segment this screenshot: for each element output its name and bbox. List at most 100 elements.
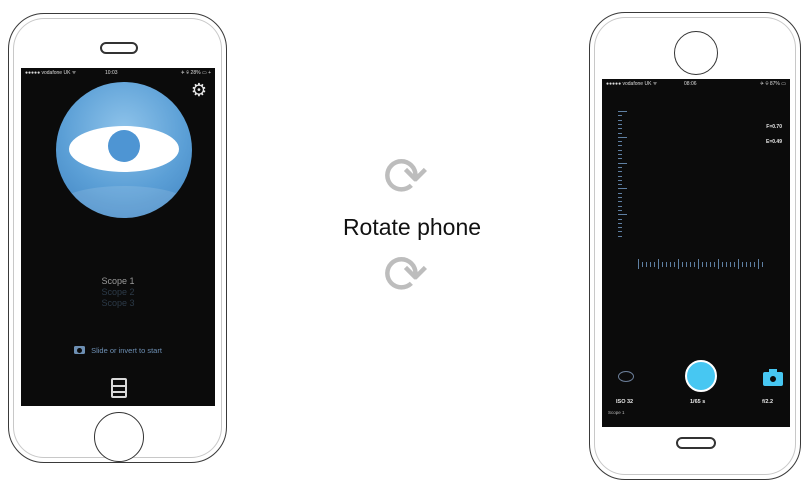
scale-tick	[618, 179, 622, 181]
earpiece-speaker	[676, 437, 716, 449]
film-icon[interactable]	[111, 378, 127, 398]
shutter-button[interactable]	[685, 360, 717, 392]
scale-tick	[714, 262, 715, 267]
scale-tick	[618, 158, 622, 160]
scale-tick	[618, 222, 622, 224]
start-hint-text: Slide or invert to start	[91, 346, 162, 355]
scale-tick	[670, 262, 671, 267]
scale-tick	[618, 128, 622, 130]
vertical-level-scale	[616, 111, 627, 239]
battery-label: ✈ ⌾ 28% ▭ +	[180, 70, 211, 76]
scale-tick	[618, 115, 622, 117]
logo-pupil	[108, 130, 140, 162]
scale-tick	[618, 184, 622, 186]
scale-tick	[710, 262, 711, 267]
gear-icon[interactable]: ⚙	[191, 81, 207, 99]
left-phone-screen: ●●●●● vodafone UK ᯤ 10:03 ✈ ⌾ 28% ▭ + ⚙ …	[21, 68, 215, 406]
scale-tick	[618, 201, 622, 203]
scale-tick	[758, 259, 759, 269]
scale-tick	[718, 259, 719, 269]
scale-tick	[690, 262, 691, 267]
scale-tick	[662, 262, 663, 267]
scale-tick	[658, 259, 659, 269]
scale-tick	[642, 262, 643, 267]
scale-tick	[618, 141, 622, 143]
scale-tick	[694, 262, 695, 267]
scale-tick	[618, 175, 622, 177]
horizontal-level-scale	[638, 259, 768, 271]
scale-tick	[618, 132, 622, 134]
scale-tick	[674, 262, 675, 267]
status-bar: ●●●●● vodafone UK ᯤ 10:03 ✈ ⌾ 28% ▭ +	[21, 68, 215, 78]
scale-tick	[678, 259, 679, 269]
scale-tick	[618, 166, 622, 168]
scope-tag: Scope 1	[608, 410, 625, 415]
start-hint: Slide or invert to start	[21, 346, 215, 355]
home-button[interactable]	[94, 412, 144, 462]
logo-lower-shade	[56, 186, 192, 218]
scale-tick	[682, 262, 683, 267]
scope-item-1[interactable]: Scope 1	[21, 276, 215, 287]
left-phone: ●●●●● vodafone UK ᯤ 10:03 ✈ ⌾ 28% ▭ + ⚙ …	[8, 13, 227, 463]
scale-tick	[618, 136, 627, 138]
scale-tick	[618, 188, 627, 190]
status-bar: ●●●●● vodafone UK ᯤ 08:06 ✈ ⌾ 87% ▭	[602, 79, 790, 89]
home-button[interactable]	[674, 31, 718, 75]
scale-tick	[618, 171, 622, 173]
battery-label: ✈ ⌾ 87% ▭	[759, 81, 786, 87]
scale-tick	[618, 145, 622, 147]
rotate-bottom-icon: ⟳	[383, 243, 429, 306]
scale-tick	[734, 262, 735, 267]
scale-tick	[618, 123, 622, 125]
right-phone-screen: ●●●●● vodafone UK ᯤ 08:06 ✈ ⌾ 87% ▭ F=0.…	[602, 79, 790, 427]
scale-tick	[654, 262, 655, 267]
scale-tick	[638, 259, 639, 269]
scale-tick	[706, 262, 707, 267]
f-readout: F=0.70	[766, 124, 782, 130]
scale-tick	[618, 205, 622, 207]
scale-tick	[750, 262, 751, 267]
camera-icon[interactable]	[763, 369, 783, 386]
scale-tick	[618, 154, 622, 155]
app-logo-eye	[56, 82, 192, 218]
scale-tick	[722, 262, 723, 267]
scope-item-2[interactable]: Scope 2	[21, 287, 215, 298]
iso-label: ISO 32	[616, 399, 634, 405]
scale-tick	[618, 197, 622, 198]
scale-tick	[754, 262, 755, 267]
scale-tick	[746, 262, 747, 267]
clock-label: 08:06	[684, 81, 697, 87]
scale-tick	[618, 149, 622, 151]
earpiece-speaker	[100, 42, 138, 54]
scale-tick	[702, 262, 703, 267]
scale-tick	[618, 119, 622, 121]
aperture-label: f/2.2	[762, 399, 774, 405]
camera-icon	[74, 346, 86, 354]
scope-list: Scope 1 Scope 2 Scope 3	[21, 276, 215, 309]
rotate-phone-label: Rotate phone	[342, 214, 482, 240]
scale-tick	[618, 231, 622, 233]
scale-tick	[618, 214, 627, 216]
scope-item-3[interactable]: Scope 3	[21, 298, 215, 309]
scale-tick	[730, 262, 731, 267]
scale-tick	[666, 262, 667, 267]
scale-tick	[618, 192, 622, 194]
clock-label: 10:03	[105, 70, 118, 76]
shutter-speed-label: 1/65 s	[690, 399, 706, 405]
right-phone: ●●●●● vodafone UK ᯤ 08:06 ✈ ⌾ 87% ▭ F=0.…	[589, 12, 801, 480]
scale-tick	[618, 218, 622, 220]
scale-tick	[618, 209, 622, 211]
scale-tick	[698, 259, 699, 269]
scale-tick	[618, 235, 622, 237]
scale-tick	[618, 111, 627, 112]
iso-icon[interactable]	[618, 371, 634, 382]
scale-tick	[762, 262, 763, 267]
scale-tick	[618, 227, 622, 229]
scale-tick	[738, 259, 739, 269]
scale-tick	[686, 262, 687, 267]
scale-tick	[618, 162, 627, 164]
e-readout: E=0.49	[766, 139, 782, 145]
carrier-label: ●●●●● vodafone UK ᯤ	[606, 81, 658, 87]
scale-tick	[650, 262, 651, 267]
carrier-label: ●●●●● vodafone UK ᯤ	[25, 70, 77, 76]
